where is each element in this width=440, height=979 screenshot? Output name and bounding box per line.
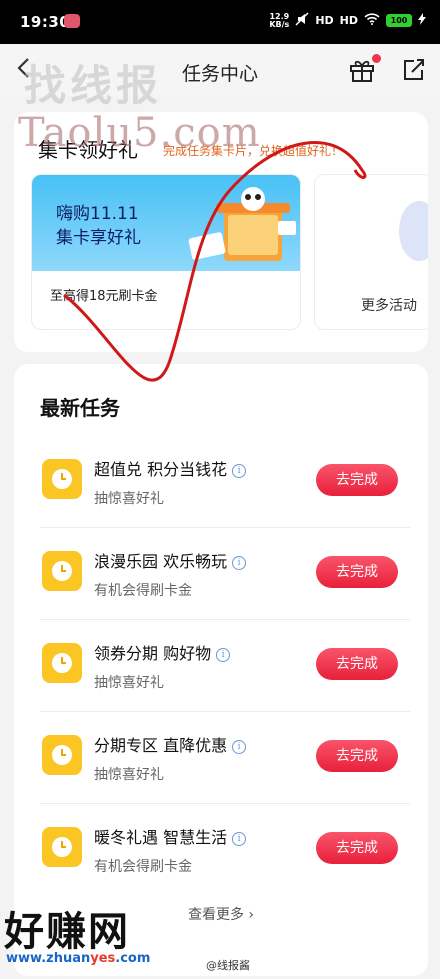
- gift-button[interactable]: [349, 54, 381, 82]
- battery-icon: 100: [386, 14, 412, 27]
- status-time: 19:30: [20, 13, 71, 31]
- go-complete-button[interactable]: 去完成: [316, 556, 398, 588]
- task-title: 暖冬礼遇 智慧生活 i: [94, 824, 247, 848]
- mute-icon: [295, 12, 309, 29]
- go-complete-button[interactable]: 去完成: [316, 740, 398, 772]
- net-speed: 12.9 KB/s: [269, 11, 290, 29]
- task-description: 抽惊喜好礼: [94, 675, 164, 691]
- promo-gift-box-illustration: [188, 187, 296, 261]
- footer-watermark: 好赚网 www.zhuanyes.com @线报酱: [0, 899, 440, 979]
- charging-icon: [418, 13, 426, 28]
- clock-icon: [42, 643, 82, 683]
- task-title: 领券分期 购好物 i: [94, 640, 231, 664]
- task-item: 浪漫乐园 欢乐畅玩 i 有机会得刷卡金 去完成: [40, 528, 410, 620]
- task-item: 分期专区 直降优惠 i 抽惊喜好礼 去完成: [40, 712, 410, 804]
- promo-line1: 嗨购11.11: [56, 204, 139, 224]
- footer-watermark-handle: @线报酱: [206, 959, 250, 972]
- clock-icon: [42, 459, 82, 499]
- go-complete-button[interactable]: 去完成: [316, 648, 398, 680]
- info-icon[interactable]: i: [232, 832, 247, 846]
- more-activities-illustration: [399, 201, 428, 261]
- status-bar: 19:30 12.9 KB/s HD HD 100: [0, 0, 440, 44]
- watermark-url: Taolu5.com: [18, 110, 261, 156]
- task-item: 领券分期 购好物 i 抽惊喜好礼 去完成: [40, 620, 410, 712]
- footer-watermark-logo: 好赚网: [4, 909, 130, 955]
- task-description: 抽惊喜好礼: [94, 491, 164, 507]
- info-icon[interactable]: i: [216, 648, 231, 662]
- task-title: 超值兑 积分当钱花 i: [94, 456, 247, 480]
- footer-watermark-url: www.zhuanyes.com: [6, 951, 151, 966]
- info-icon[interactable]: i: [232, 464, 247, 478]
- promo-card-double11[interactable]: 嗨购11.11 集卡享好礼 至高得18元刷卡金: [31, 174, 301, 330]
- task-description: 有机会得刷卡金: [94, 583, 192, 599]
- clock-icon: [42, 735, 82, 775]
- latest-tasks-title: 最新任务: [40, 396, 120, 420]
- share-icon: [404, 59, 424, 80]
- info-icon[interactable]: i: [232, 740, 247, 754]
- task-item: 暖冬礼遇 智慧生活 i 有机会得刷卡金 去完成: [40, 804, 410, 896]
- clock-icon: [42, 551, 82, 591]
- task-item: 超值兑 积分当钱花 i 抽惊喜好礼 去完成: [40, 436, 410, 528]
- status-icons: 12.9 KB/s HD HD 100: [269, 12, 426, 29]
- gift-badge-dot: [372, 54, 381, 63]
- info-icon[interactable]: i: [232, 556, 247, 570]
- task-description: 有机会得刷卡金: [94, 859, 192, 875]
- wifi-icon: [364, 13, 380, 28]
- gift-icon: [350, 60, 374, 82]
- promo-line2: 集卡享好礼: [56, 228, 141, 248]
- more-activities-label: 更多活动: [361, 298, 417, 314]
- signal-1-icon: HD: [315, 14, 334, 27]
- latest-tasks-section: 最新任务 超值兑 积分当钱花 i 抽惊喜好礼 去完成 浪漫乐园 欢乐畅玩 i 有机会…: [14, 364, 428, 976]
- task-title: 分期专区 直降优惠 i: [94, 732, 247, 756]
- go-complete-button[interactable]: 去完成: [316, 832, 398, 864]
- watermark-top: 找线报: [24, 61, 163, 110]
- go-complete-button[interactable]: 去完成: [316, 464, 398, 496]
- task-list: 超值兑 积分当钱花 i 抽惊喜好礼 去完成 浪漫乐园 欢乐畅玩 i 有机会得刷卡金 …: [40, 436, 410, 896]
- share-button[interactable]: [400, 57, 426, 83]
- notification-icon: [64, 14, 80, 28]
- clock-icon: [42, 827, 82, 867]
- more-activities-card[interactable]: 更多活动: [314, 174, 428, 330]
- task-title: 浪漫乐园 欢乐畅玩 i: [94, 548, 247, 572]
- task-description: 抽惊喜好礼: [94, 767, 164, 783]
- promo-banner: 嗨购11.11 集卡享好礼: [32, 175, 300, 271]
- signal-2-icon: HD: [339, 14, 358, 27]
- promo-caption: 至高得18元刷卡金: [50, 289, 158, 304]
